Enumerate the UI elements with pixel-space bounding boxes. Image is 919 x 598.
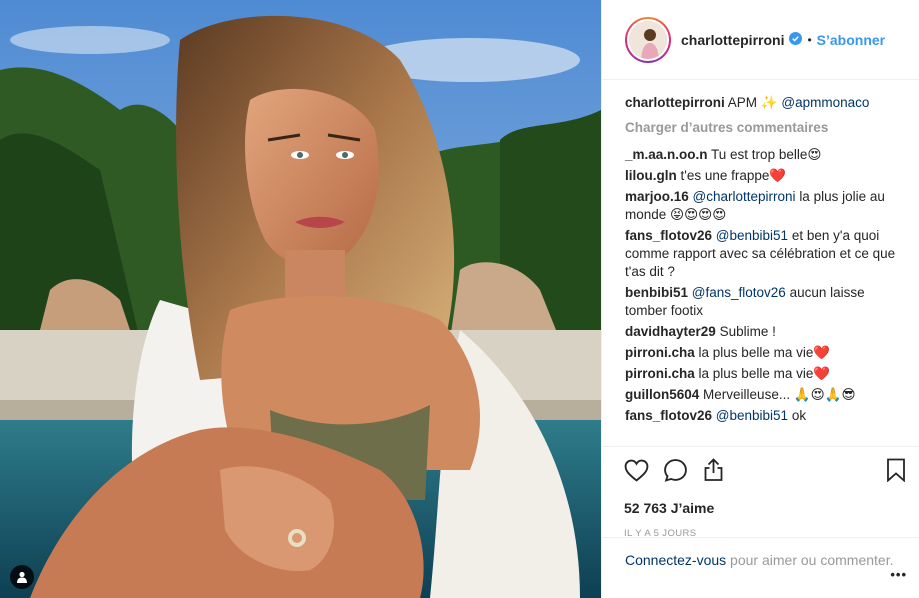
comment-text: t'es une frappe❤️ xyxy=(680,168,787,183)
comment-text: Sublime ! xyxy=(719,324,776,339)
more-options-icon[interactable]: ••• xyxy=(890,567,907,582)
share-icon[interactable] xyxy=(702,458,725,482)
user-tag-icon[interactable] xyxy=(10,565,34,589)
comments-list: charlottepirroni APM ✨ @apmmonaco Charge… xyxy=(602,80,919,437)
login-link[interactable]: Connectez-vous xyxy=(625,552,726,568)
comment-item: pirroni.cha la plus belle ma vie❤️ xyxy=(625,344,905,362)
verified-badge-icon xyxy=(789,31,803,48)
comment-mention[interactable]: @benbibi51 xyxy=(716,408,788,423)
comment-icon[interactable] xyxy=(663,458,688,483)
comment-text: Tu est trop belle😍 xyxy=(711,147,822,162)
comment-item: marjoo.16 @charlottepirroni la plus joli… xyxy=(625,188,905,224)
comment-username[interactable]: davidhayter29 xyxy=(625,324,716,339)
comment-username[interactable]: fans_flotov26 xyxy=(625,228,712,243)
comment-mention[interactable]: @fans_flotov26 xyxy=(692,285,786,300)
caption: charlottepirroni APM ✨ @apmmonaco xyxy=(625,94,905,112)
comment-item: pirroni.cha la plus belle ma vie❤️ xyxy=(625,365,905,383)
caption-text: APM ✨ xyxy=(727,95,778,110)
comment-username[interactable]: guillon5604 xyxy=(625,387,699,402)
comment-mention[interactable]: @benbibi51 xyxy=(716,228,788,243)
comment-item: benbibi51 @fans_flotov26 aucun laisse to… xyxy=(625,284,905,320)
header-separator: • xyxy=(807,32,812,47)
post-photo[interactable] xyxy=(0,0,601,598)
comment-username[interactable]: benbibi51 xyxy=(625,285,688,300)
comment-username[interactable]: _m.aa.n.oo.n xyxy=(625,147,708,162)
comment-item: fans_flotov26 @benbibi51 et ben y'a quoi… xyxy=(625,227,905,281)
like-count[interactable]: 52 763 J’aime xyxy=(624,500,906,516)
comment-item: _m.aa.n.oo.n Tu est trop belle😍 xyxy=(625,146,905,164)
heart-icon[interactable] xyxy=(624,459,649,482)
caption-mention[interactable]: @apmmonaco xyxy=(781,95,869,110)
photo-image xyxy=(0,0,601,598)
post-sidebar: charlottepirroni • S’abonner charlottepi… xyxy=(601,0,919,598)
comment-item: davidhayter29 Sublime ! xyxy=(625,323,905,341)
comment-text: Merveilleuse... 🙏😍🙏😎 xyxy=(703,387,856,402)
comment-item: lilou.gln t'es une frappe❤️ xyxy=(625,167,905,185)
comment-username[interactable]: lilou.gln xyxy=(625,168,677,183)
follow-button[interactable]: S’abonner xyxy=(817,32,885,48)
comment-text: ok xyxy=(791,408,807,423)
load-more-comments-button[interactable]: Charger d’autres commentaires xyxy=(625,120,905,135)
comment-username[interactable]: pirroni.cha xyxy=(625,345,695,360)
post-header: charlottepirroni • S’abonner xyxy=(602,0,919,80)
post-actions: 52 763 J’aime IL Y A 5 JOURS xyxy=(602,446,919,539)
comment-item: guillon5604 Merveilleuse... 🙏😍🙏😎 xyxy=(625,386,905,404)
comment-text: la plus belle ma vie❤️ xyxy=(698,366,831,381)
header-username[interactable]: charlottepirroni xyxy=(681,32,784,48)
login-text: pour aimer ou commenter. xyxy=(726,552,894,568)
comment-text: la plus belle ma vie❤️ xyxy=(698,345,831,360)
comment-item: fans_flotov26 @benbibi51 ok xyxy=(625,407,905,425)
avatar-image xyxy=(629,20,667,59)
post-modal: charlottepirroni • S’abonner charlottepi… xyxy=(0,0,919,598)
comment-mention[interactable]: @charlottepirroni xyxy=(693,189,796,204)
comment-username[interactable]: fans_flotov26 xyxy=(625,408,712,423)
bookmark-icon[interactable] xyxy=(886,458,906,482)
comment-username[interactable]: pirroni.cha xyxy=(625,366,695,381)
caption-username[interactable]: charlottepirroni xyxy=(625,95,725,110)
avatar[interactable] xyxy=(625,16,671,63)
login-prompt: Connectez-vous pour aimer ou commenter. xyxy=(602,537,919,570)
action-icons xyxy=(624,457,906,483)
comment-username[interactable]: marjoo.16 xyxy=(625,189,689,204)
